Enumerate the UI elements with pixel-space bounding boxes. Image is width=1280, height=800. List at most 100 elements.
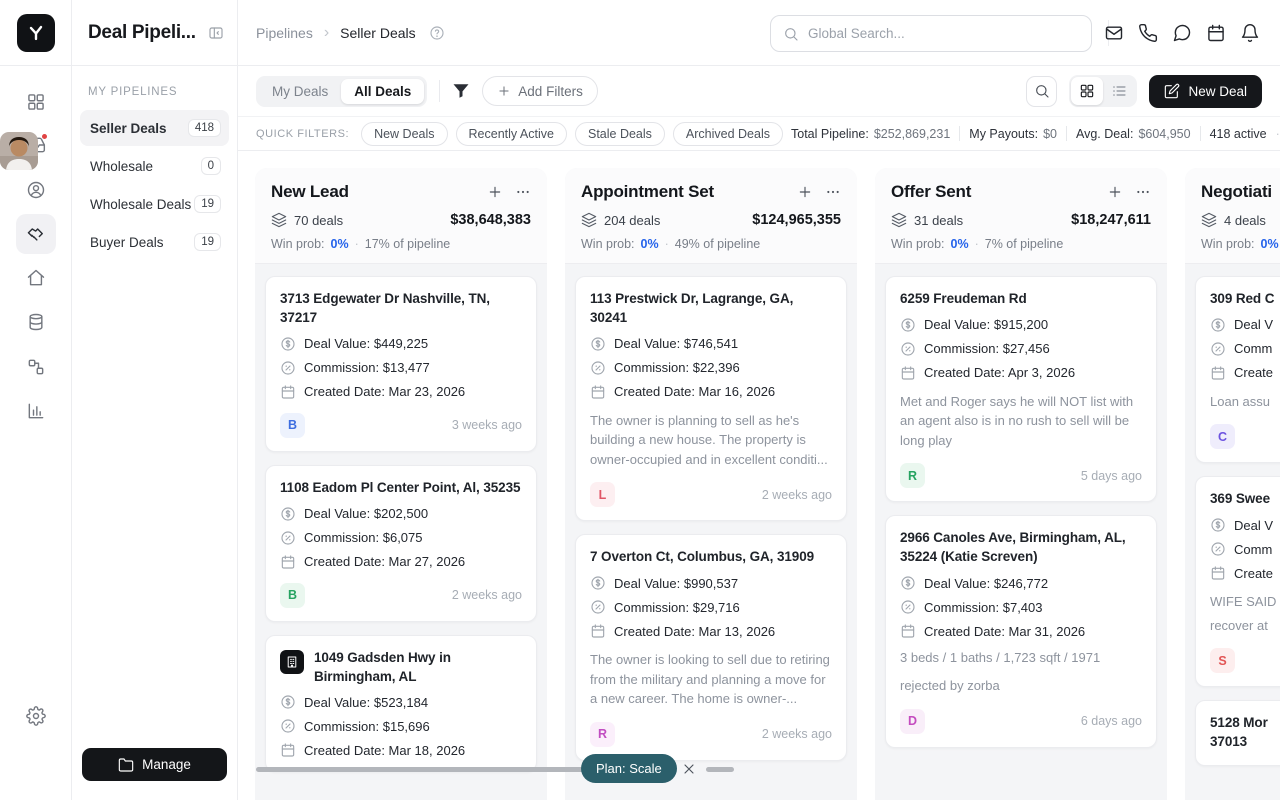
dashboard-icon[interactable] bbox=[16, 82, 56, 122]
quick-filter-new-deals[interactable]: New Deals bbox=[361, 122, 447, 146]
database-icon[interactable] bbox=[16, 302, 56, 342]
phone-icon[interactable] bbox=[1136, 23, 1160, 43]
board-toolbar: My Deals All Deals Add Filters New Deal bbox=[238, 66, 1280, 117]
global-search-input[interactable] bbox=[808, 26, 1079, 41]
deal-title: 113 Prestwick Dr, Lagrange, GA, 30241 bbox=[590, 290, 832, 328]
toolbar-divider bbox=[439, 80, 440, 102]
pipeline-label: Seller Deals bbox=[90, 121, 167, 136]
deal-card[interactable]: 2966 Canoles Ave, Birmingham, AL, 35224 … bbox=[885, 515, 1157, 747]
breadcrumb-pipelines[interactable]: Pipelines bbox=[256, 25, 313, 41]
chevron-right-icon: › bbox=[324, 25, 329, 41]
mail-icon[interactable] bbox=[1102, 23, 1126, 43]
deal-card[interactable]: 5128 Mor 37013 bbox=[1195, 700, 1280, 766]
created-date-row: Created Date: Mar 16, 2026 bbox=[590, 384, 832, 400]
commission-row: Commission: $7,403 bbox=[900, 599, 1142, 615]
column-menu-icon[interactable] bbox=[825, 184, 841, 200]
column-title: Appointment Set bbox=[581, 182, 797, 202]
handshake-icon[interactable] bbox=[16, 214, 56, 254]
add-card-icon[interactable] bbox=[487, 184, 503, 200]
column-menu-icon[interactable] bbox=[1135, 184, 1151, 200]
home-icon[interactable] bbox=[16, 258, 56, 298]
list-view-icon[interactable] bbox=[1103, 77, 1135, 105]
pipeline-count-badge: 418 bbox=[188, 119, 221, 137]
all-deals-tab[interactable]: All Deals bbox=[341, 79, 424, 104]
manage-button[interactable]: Manage bbox=[82, 748, 227, 781]
deal-title: 6259 Freudeman Rd bbox=[900, 290, 1142, 309]
sidebar-item-wholesale-deals[interactable]: Wholesale Deals 19 bbox=[80, 186, 229, 222]
my-deals-tab[interactable]: My Deals bbox=[259, 79, 341, 104]
pipeline-label: Wholesale Deals bbox=[90, 197, 191, 212]
created-date-row: Create bbox=[1210, 365, 1280, 381]
help-icon[interactable] bbox=[429, 25, 445, 41]
card-list: 113 Prestwick Dr, Lagrange, GA, 30241 De… bbox=[565, 264, 857, 773]
add-filters-label: Add Filters bbox=[518, 84, 583, 99]
pipeline-stats: Total Pipeline:$252,869,231 My Payouts:$… bbox=[791, 126, 1280, 141]
deal-title: 369 Swee bbox=[1210, 490, 1280, 509]
created-date-row: Create bbox=[1210, 565, 1280, 581]
close-icon[interactable] bbox=[681, 761, 697, 777]
add-card-icon[interactable] bbox=[1107, 184, 1123, 200]
settings-gear-icon[interactable] bbox=[16, 696, 56, 736]
topbar-actions bbox=[1102, 23, 1262, 43]
commission-row: Commission: $22,396 bbox=[590, 360, 832, 376]
column-deal-count: 204 deals bbox=[581, 212, 752, 228]
user-avatar[interactable] bbox=[0, 132, 38, 170]
card-list: 309 Red C Deal V Comm Create Loan assu C… bbox=[1185, 264, 1280, 778]
plan-badge[interactable]: Plan: Scale bbox=[581, 754, 677, 783]
deal-note: recover at bbox=[1210, 616, 1280, 636]
stat-total-pipeline: Total Pipeline:$252,869,231 bbox=[791, 127, 950, 141]
sidebar-item-wholesale[interactable]: Wholesale 0 bbox=[80, 148, 229, 184]
integrations-icon[interactable] bbox=[16, 347, 56, 387]
assignee-chip: B bbox=[280, 583, 305, 608]
deal-card[interactable]: 113 Prestwick Dr, Lagrange, GA, 30241 De… bbox=[575, 276, 847, 521]
bell-icon[interactable] bbox=[1238, 23, 1262, 43]
created-date-row: Created Date: Mar 18, 2026 bbox=[280, 742, 522, 758]
deal-card[interactable]: 369 Swee Deal V Comm Create WIFE SAID re… bbox=[1195, 476, 1280, 687]
column-win-prob: Win prob:0% ·7% of pipeline bbox=[891, 237, 1151, 251]
deal-card[interactable]: 3713 Edgewater Dr Nashville, TN, 37217 D… bbox=[265, 276, 537, 452]
deal-card[interactable]: 1049 Gadsden Hwy in Birmingham, AL Deal … bbox=[265, 635, 537, 773]
deal-card[interactable]: 6259 Freudeman Rd Deal Value: $915,200 C… bbox=[885, 276, 1157, 502]
quick-filter-recently-active[interactable]: Recently Active bbox=[456, 122, 567, 146]
calendar-icon[interactable] bbox=[1204, 23, 1228, 43]
column-menu-icon[interactable] bbox=[515, 184, 531, 200]
deal-pipeline-app: Deal Pipeli... Pipelines › Seller Deals bbox=[0, 0, 1280, 800]
breadcrumb-current: Seller Deals bbox=[340, 25, 415, 41]
deal-value-row: Deal V bbox=[1210, 317, 1280, 333]
last-activity: 6 days ago bbox=[1081, 714, 1142, 728]
sidebar-item-seller-deals[interactable]: Seller Deals 418 bbox=[80, 110, 229, 146]
app-logo[interactable] bbox=[17, 14, 55, 52]
last-activity: 2 weeks ago bbox=[762, 727, 832, 741]
toolbar-right: New Deal bbox=[1026, 75, 1262, 108]
sidebar-item-buyer-deals[interactable]: Buyer Deals 19 bbox=[80, 224, 229, 260]
grid-view-icon[interactable] bbox=[1071, 77, 1103, 105]
new-deal-button[interactable]: New Deal bbox=[1149, 75, 1262, 108]
contacts-icon[interactable] bbox=[16, 170, 56, 210]
pipeline-label: Wholesale bbox=[90, 159, 153, 174]
pipeline-count-badge: 0 bbox=[201, 157, 221, 175]
commission-row: Commission: $6,075 bbox=[280, 530, 522, 546]
deal-card[interactable]: 309 Red C Deal V Comm Create Loan assu C bbox=[1195, 276, 1280, 463]
collapse-sidebar-icon[interactable] bbox=[208, 25, 224, 41]
deal-card[interactable]: 7 Overton Ct, Columbus, GA, 31909 Deal V… bbox=[575, 534, 847, 760]
chat-icon[interactable] bbox=[1170, 23, 1194, 43]
quick-filter-stale-deals[interactable]: Stale Deals bbox=[575, 122, 665, 146]
commission-row: Comm bbox=[1210, 541, 1280, 557]
add-card-icon[interactable] bbox=[797, 184, 813, 200]
scope-toggle: My Deals All Deals bbox=[256, 76, 427, 107]
board-search-button[interactable] bbox=[1026, 76, 1057, 107]
filter-funnel-icon[interactable] bbox=[452, 82, 470, 100]
horizontal-scrollbar[interactable] bbox=[706, 767, 734, 772]
reports-icon[interactable] bbox=[16, 391, 56, 431]
icon-rail bbox=[0, 66, 72, 800]
deal-value-row: Deal Value: $202,500 bbox=[280, 506, 522, 522]
column-deal-count: 70 deals bbox=[271, 212, 450, 228]
column-deal-count: 31 deals bbox=[891, 212, 1071, 228]
deal-value-row: Deal Value: $990,537 bbox=[590, 575, 832, 591]
stat-active: 418 active bbox=[1210, 127, 1267, 141]
created-date-row: Created Date: Mar 31, 2026 bbox=[900, 623, 1142, 639]
deal-card[interactable]: 1108 Eadom Pl Center Point, Al, 35235 De… bbox=[265, 465, 537, 622]
deal-title: 309 Red C bbox=[1210, 290, 1280, 309]
add-filters-button[interactable]: Add Filters bbox=[482, 76, 598, 106]
quick-filter-archived-deals[interactable]: Archived Deals bbox=[673, 122, 783, 146]
